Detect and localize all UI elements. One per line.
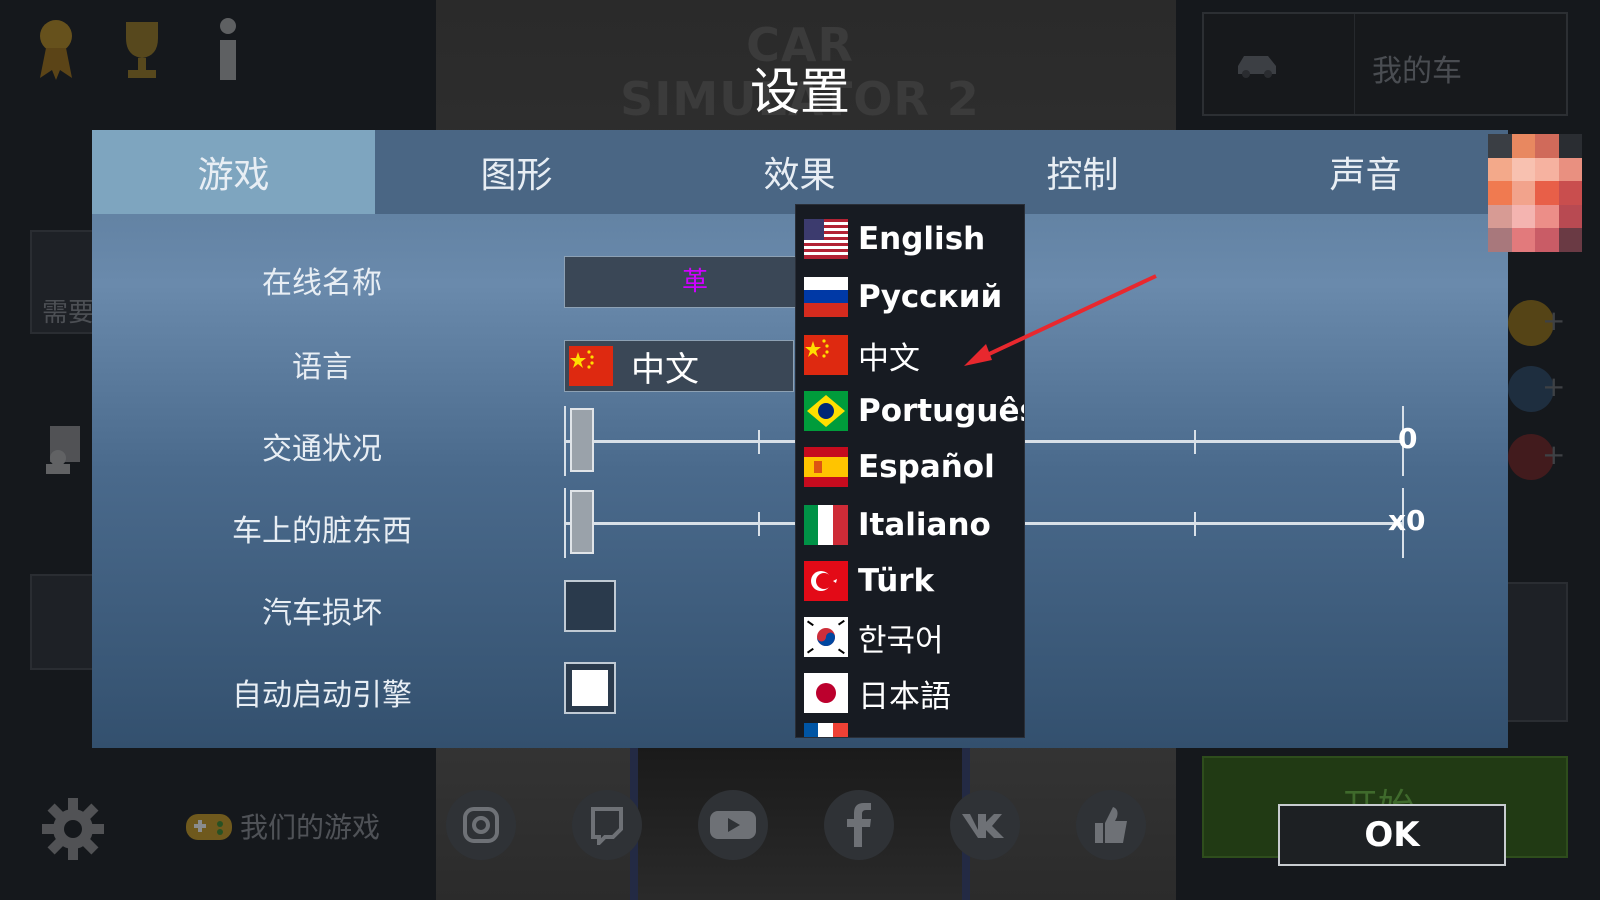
china-flag-icon: [569, 346, 613, 386]
trophy-icon[interactable]: [114, 14, 170, 82]
partial-flag-icon: [804, 723, 848, 737]
car-dirt-label: 车上的脏东西: [232, 514, 412, 549]
language-option-label: Español: [858, 449, 995, 485]
language-option-korean[interactable]: 한국어: [804, 611, 944, 663]
ok-button[interactable]: OK: [1278, 804, 1506, 866]
report-icon[interactable]: [42, 424, 86, 474]
language-option-spanish[interactable]: Español: [804, 441, 995, 493]
my-car-label: 我的车: [1372, 54, 1462, 89]
car-dirt-value: x0: [1388, 504, 1426, 537]
our-games-link[interactable]: 我们的游戏: [184, 806, 380, 846]
gamepad-icon: [186, 814, 232, 840]
language-option-label: 中文: [858, 340, 920, 377]
tab-sound[interactable]: 声音: [1224, 130, 1507, 214]
auto-start-label: 自动启动引擎: [232, 678, 412, 713]
add-money-icon[interactable]: +: [1542, 438, 1565, 471]
twitch-icon[interactable]: [572, 790, 642, 860]
settings-gear-icon[interactable]: [40, 796, 106, 862]
tab-effects[interactable]: 效果: [658, 130, 941, 214]
language-option-chinese[interactable]: 中文: [804, 329, 920, 381]
tab-graphics[interactable]: 图形: [375, 130, 658, 214]
divider: [1354, 14, 1355, 114]
language-select[interactable]: 中文: [564, 340, 794, 392]
car-damage-label: 汽车损坏: [262, 596, 382, 631]
add-car-icon[interactable]: +: [1542, 370, 1565, 403]
car-damage-checkbox[interactable]: [564, 580, 616, 632]
japan-flag-icon: [804, 673, 848, 713]
our-games-label: 我们的游戏: [240, 811, 381, 844]
language-option-label: English: [858, 221, 986, 257]
online-name-label: 在线名称: [262, 266, 382, 301]
china-flag-icon: [804, 335, 848, 375]
language-option-label: Italiano: [858, 507, 991, 543]
settings-tab-bar: 游戏 图形 效果 控制 声音: [92, 130, 1508, 214]
language-label: 语言: [292, 350, 352, 385]
facebook-icon[interactable]: [824, 790, 894, 860]
language-option-label: 한국어: [858, 622, 944, 659]
avatar[interactable]: [1488, 134, 1582, 252]
like-icon[interactable]: [1076, 790, 1146, 860]
language-option-label: Türk: [858, 563, 935, 599]
traffic-slider-handle[interactable]: [570, 408, 594, 472]
annotation-arrow-icon: [964, 274, 1157, 366]
traffic-label: 交通状况: [262, 432, 382, 467]
italy-flag-icon: [804, 505, 848, 545]
need-label: 需要: [42, 298, 95, 328]
brazil-flag-icon: [804, 391, 848, 431]
turkey-flag-icon: [804, 561, 848, 601]
tab-controls[interactable]: 控制: [941, 130, 1224, 214]
car-preview: [630, 746, 970, 900]
language-value: 中文: [631, 349, 699, 390]
car-thumbnail-card[interactable]: [30, 574, 96, 670]
add-coin-icon[interactable]: +: [1542, 304, 1565, 337]
spain-flag-icon: [804, 447, 848, 487]
language-option-label: Português: [858, 393, 1025, 429]
russia-flag-icon: [804, 277, 848, 317]
language-option-label: 日本語: [858, 678, 951, 715]
medal-icon[interactable]: [28, 14, 84, 82]
language-option-turkish[interactable]: Türk: [804, 555, 934, 607]
info-icon[interactable]: [200, 14, 256, 82]
youtube-icon[interactable]: [698, 790, 768, 860]
language-option-portuguese[interactable]: Português: [804, 385, 1025, 437]
language-option-english[interactable]: English: [804, 213, 985, 265]
traffic-value: 0: [1398, 422, 1418, 455]
language-option-italian[interactable]: Italiano: [804, 499, 991, 551]
car-dirt-slider-handle[interactable]: [570, 490, 594, 554]
vk-icon[interactable]: [950, 790, 1020, 860]
online-name-input[interactable]: 革: [564, 256, 826, 308]
auto-start-checkbox[interactable]: [564, 662, 616, 714]
language-option-japanese[interactable]: 日本語: [804, 667, 951, 719]
car-icon: [1238, 56, 1276, 78]
tab-game[interactable]: 游戏: [92, 130, 375, 214]
usa-flag-icon: [804, 219, 848, 259]
settings-title: 设置: [750, 63, 850, 121]
side-card[interactable]: [1500, 582, 1568, 722]
instagram-icon[interactable]: [446, 790, 516, 860]
korea-flag-icon: [804, 617, 848, 657]
